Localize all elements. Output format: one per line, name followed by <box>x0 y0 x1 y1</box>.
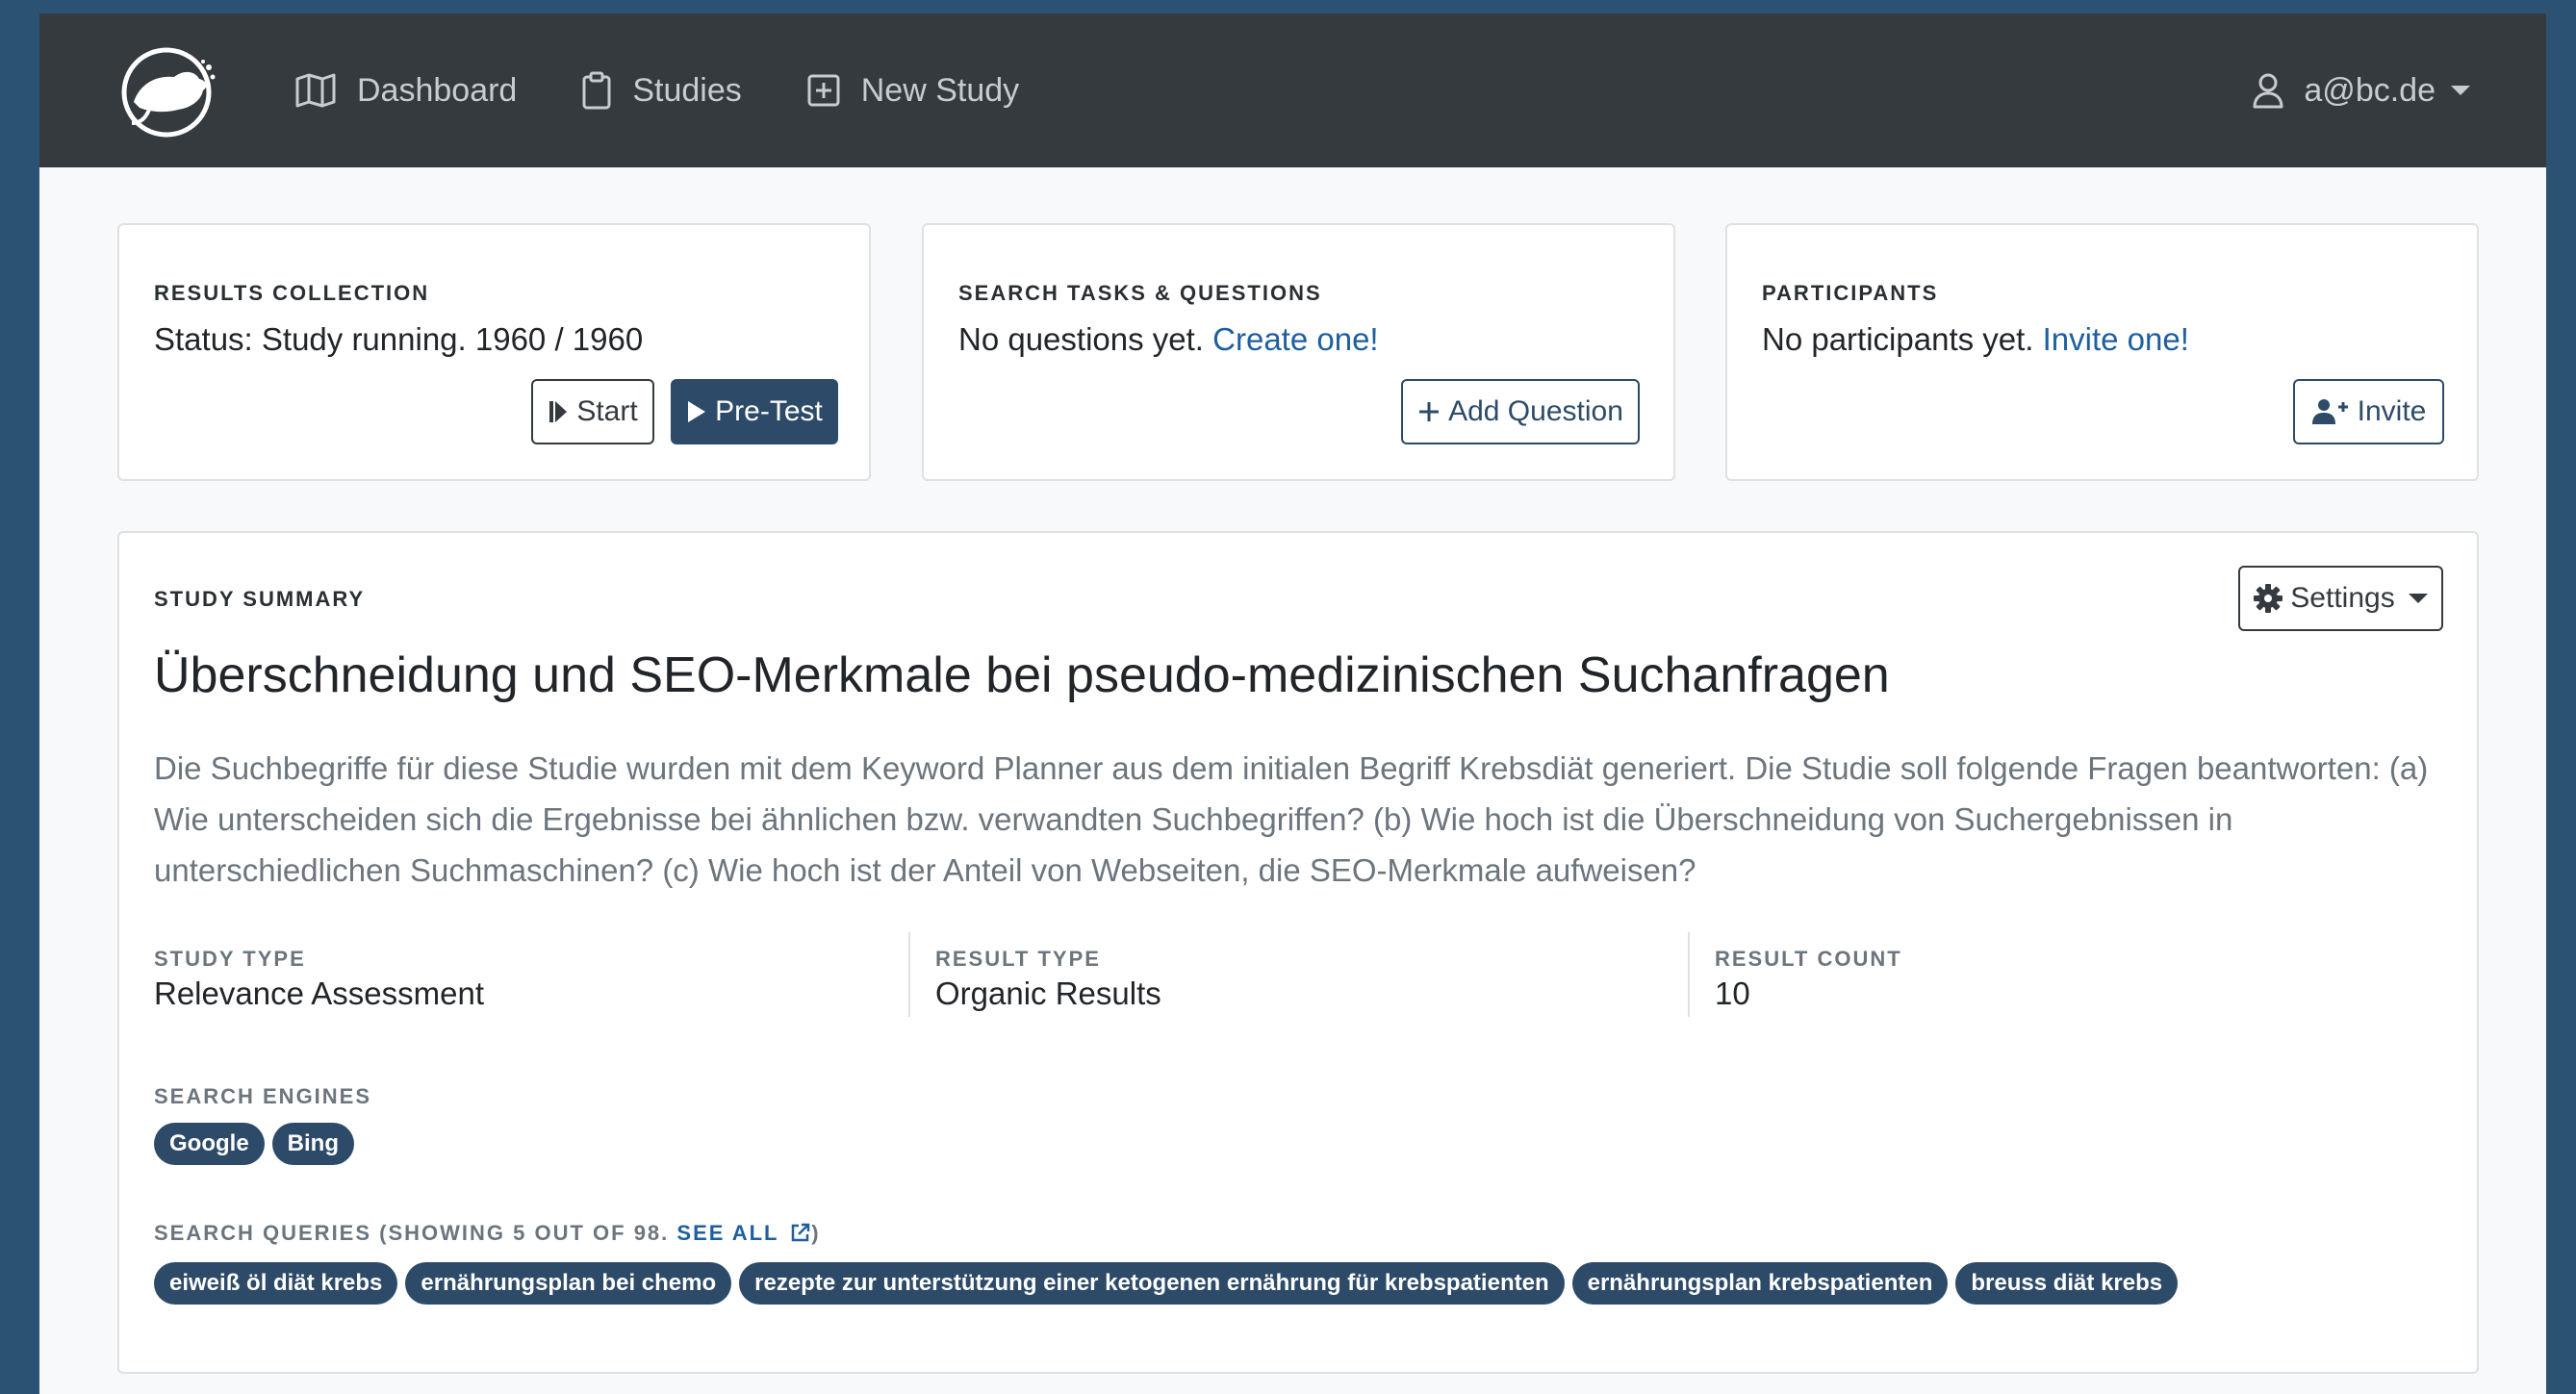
user-icon <box>2253 73 2283 109</box>
study-type-value: Relevance Assessment <box>154 976 485 1011</box>
participants-status: No participants yet. Invite one! <box>1762 321 2189 358</box>
nav-dashboard[interactable]: Dashboard <box>295 72 517 110</box>
participants-status-text: No participants yet. <box>1762 321 2043 357</box>
start-button[interactable]: Start <box>531 379 654 444</box>
study-title: Überschneidung und SEO-Merkmale bei pseu… <box>154 647 1890 703</box>
search-queries-label-suffix: ) <box>811 1221 821 1245</box>
play-icon <box>688 401 706 422</box>
app-logo[interactable] <box>120 42 217 139</box>
chevron-down-icon <box>2451 86 2470 95</box>
query-badge: breuss diät krebs <box>1955 1262 2179 1305</box>
result-type-label: Result Type <box>935 947 1101 971</box>
search-queries-label: Search Queries (showing 5 out of 98. See… <box>154 1221 821 1246</box>
search-queries-badges: eiweiß öl diät krebs ernährungsplan bei … <box>154 1262 2179 1305</box>
nav-studies-label: Studies <box>632 71 742 109</box>
query-badge: ernährungsplan krebspatienten <box>1571 1262 1949 1305</box>
user-menu[interactable]: a@bc.de <box>2252 72 2470 110</box>
result-type-value: Organic Results <box>935 976 1161 1011</box>
gear-icon <box>2254 584 2283 613</box>
app-window: Dashboard Studies New Study a@bc.de RESU… <box>39 13 2546 1394</box>
search-tasks-label: Search Tasks & Questions <box>958 281 1322 305</box>
query-badge: rezepte zur unterstützung einer ketogene… <box>739 1262 1565 1305</box>
navbar: Dashboard Studies New Study a@bc.de <box>39 13 2546 167</box>
settings-button[interactable]: Settings <box>2238 566 2443 631</box>
participants-label: Participants <box>1762 281 1939 305</box>
chevron-down-icon <box>2408 594 2428 603</box>
plus-square-icon <box>807 74 840 107</box>
query-badge: eiweiß öl diät krebs <box>154 1262 398 1305</box>
user-email: a@bc.de <box>2304 71 2436 109</box>
plus-icon <box>1419 402 1440 421</box>
study-description: Die Suchbegriffe für diese Studie wurden… <box>154 750 2429 888</box>
step-forward-icon <box>549 401 568 422</box>
study-type-label: Study Type <box>154 947 306 971</box>
invite-button-label: Invite <box>2357 395 2427 427</box>
search-engines-label: Search Engines <box>154 1084 372 1108</box>
nav-dashboard-label: Dashboard <box>357 71 518 109</box>
pretest-button[interactable]: Pre-Test <box>671 379 838 444</box>
study-summary-label: Study Summary <box>154 587 366 611</box>
map-icon <box>295 73 336 108</box>
clipboard-icon <box>582 71 611 110</box>
start-button-label: Start <box>576 395 638 427</box>
questions-status-text: No questions yet. <box>958 321 1213 357</box>
search-engines-badges: Google Bing <box>154 1123 354 1165</box>
questions-status: No questions yet. Create one! <box>958 321 1379 358</box>
add-question-button[interactable]: Add Question <box>1401 379 1640 444</box>
nav-new-study[interactable]: New Study <box>807 72 1019 110</box>
see-all-label: See all <box>676 1221 779 1245</box>
invite-participant-link[interactable]: Invite one! <box>2043 321 2189 357</box>
study-status-text: Status: Study running. 1960 / 1960 <box>154 321 644 357</box>
search-queries-label-prefix: Search Queries (showing 5 out of 98. <box>154 1221 670 1245</box>
external-link-icon <box>791 1223 810 1242</box>
engine-badge: Bing <box>271 1123 354 1165</box>
search-tasks-card: Search Tasks & Questions No questions ye… <box>922 223 1675 481</box>
result-count-value: 10 <box>1715 976 1750 1011</box>
rat-logo-icon <box>121 47 216 138</box>
invite-button[interactable]: Invite <box>2293 379 2444 444</box>
engine-badge: Google <box>154 1123 265 1165</box>
pretest-button-label: Pre-Test <box>715 395 823 427</box>
query-badge: ernährungsplan bei chemo <box>405 1262 732 1305</box>
study-summary-card: Study Summary Settings Überschneidung un… <box>117 531 2479 1374</box>
participants-card: Participants No participants yet. Invite… <box>1725 223 2479 481</box>
nav-new-study-label: New Study <box>860 71 1020 109</box>
create-question-link[interactable]: Create one! <box>1212 321 1378 357</box>
nav-studies[interactable]: Studies <box>582 71 742 110</box>
settings-button-label: Settings <box>2290 582 2395 614</box>
meta-divider <box>1688 932 1690 1017</box>
result-count-label: Result Count <box>1715 947 1902 971</box>
add-question-label: Add Question <box>1448 395 1623 427</box>
user-plus-icon <box>2311 399 2348 424</box>
results-collection-label: Results Collection <box>154 281 430 305</box>
see-all-link[interactable]: See all <box>676 1221 811 1245</box>
meta-divider <box>908 932 910 1017</box>
results-collection-card: Results Collection Status: Study running… <box>117 223 871 481</box>
